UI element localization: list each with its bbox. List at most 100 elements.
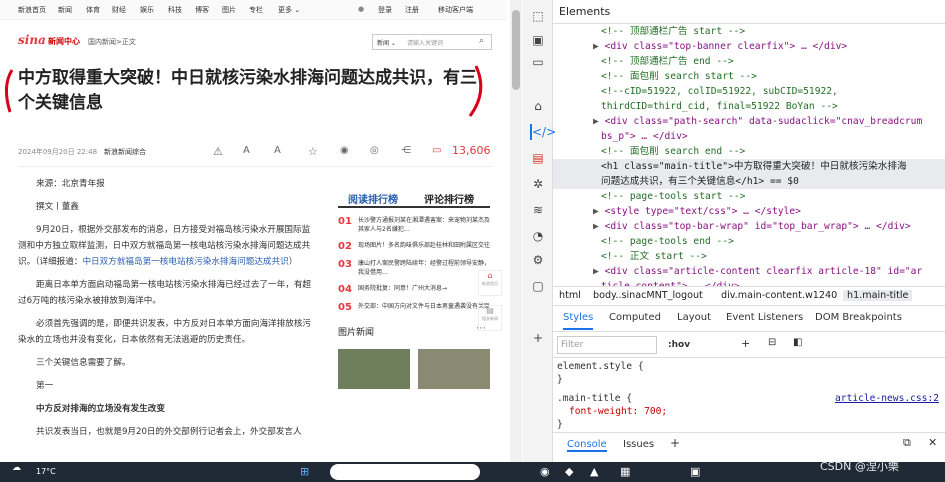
news-photo[interactable] [418, 349, 490, 389]
dom-node[interactable]: bs_p"> … </div> [553, 129, 945, 144]
dom-node[interactable]: ▶ <div class="path-search" data-sudaclic… [553, 114, 945, 129]
login-link[interactable]: 登录 [378, 5, 392, 15]
dock-icon[interactable]: ⧉ [903, 436, 911, 450]
dom-node[interactable]: ticle_content"> … </div> [553, 279, 945, 286]
dom-node[interactable]: 问题达成共识，有三个关键信息</h1> == $0 [553, 174, 945, 189]
search-select[interactable]: 新闻 ⌄ [377, 38, 396, 47]
weibo-icon[interactable]: ◉ [340, 145, 349, 156]
nav-news[interactable]: 新闻 [58, 5, 72, 15]
elements-icon[interactable]: </> [530, 124, 556, 140]
comment-count[interactable]: 13,606 [452, 144, 491, 157]
star-icon[interactable]: ☆ [308, 145, 318, 158]
side-tool-home[interactable]: ⌂ 新浪首页 [478, 270, 502, 296]
share-icon[interactable]: ⋲ [401, 145, 411, 156]
nav-more[interactable]: 更多 ⌄ [278, 5, 300, 15]
style-source-link[interactable]: article-news.css:2 [835, 392, 939, 405]
dom-comment[interactable]: <!-- page-tools end --> [553, 234, 945, 249]
sources-icon[interactable]: ✲ [530, 176, 546, 192]
dom-node[interactable]: ▶ <div class="top-bar-wrap" id="top_bar_… [553, 219, 945, 234]
font-smaller-icon[interactable]: A [243, 145, 250, 156]
search-input[interactable]: 请输入关键词 [407, 38, 443, 47]
dom-node[interactable]: ▶ <div class="top-banner clearfix"> … </… [553, 39, 945, 54]
dom-comment[interactable]: <!-- 正文 start --> [553, 249, 945, 264]
weather-icon[interactable]: ☁ [12, 463, 21, 473]
tab-issues[interactable]: Issues [623, 439, 654, 450]
tab-event-listeners[interactable]: Event Listeners [726, 312, 803, 323]
dom-comment[interactable]: <!-- page-tools start --> [553, 189, 945, 204]
tab-comment-rank[interactable]: 评论排行榜 [424, 191, 474, 206]
nav-ent[interactable]: 娱乐 [140, 5, 154, 15]
windows-start-icon[interactable]: ⊞ [300, 465, 309, 478]
tab-layout[interactable]: Layout [677, 312, 711, 323]
console-icon[interactable]: ▤ [530, 150, 546, 166]
article-source[interactable]: 新浪新闻综合 [104, 147, 146, 157]
app-icon[interactable]: ▦ [620, 465, 630, 478]
style-rule[interactable]: element.style { [553, 360, 945, 373]
filter-input[interactable]: Filter [557, 336, 657, 354]
dom-node[interactable]: <h1 class="main-title">中方取得重大突破！中日就核污染水排… [553, 159, 945, 174]
nav-pics[interactable]: 图片 [222, 5, 236, 15]
window-icon[interactable]: ▭ [530, 54, 546, 70]
rank-item[interactable]: 03 康山打人案民警跨陆续年：经警过程前领导安静，我没借用… [338, 259, 490, 277]
tab-dom-breakpoints[interactable]: DOM Breakpoints [815, 312, 902, 323]
sina-logo[interactable]: sina [18, 33, 46, 47]
warning-icon[interactable]: ⚠ [213, 145, 223, 158]
dom-comment[interactable]: <!-- 顶部通栏广告 end --> [553, 54, 945, 69]
tab-read-rank[interactable]: 阅读排行榜 [348, 191, 398, 206]
app-icon[interactable]: ◉ [540, 465, 550, 478]
dom-comment[interactable]: <!--cID=51922, colID=51922, subCID=51922… [553, 84, 945, 99]
style-declaration[interactable]: font-weight: 700; [553, 405, 945, 418]
dom-node[interactable]: ▶ <div class="article-content clearfix a… [553, 264, 945, 279]
network-icon[interactable]: ≋ [530, 202, 546, 218]
register-link[interactable]: 注册 [405, 5, 419, 15]
sidebar-toggle-icon[interactable]: ◧ [793, 337, 802, 348]
nav-finance[interactable]: 财经 [112, 5, 126, 15]
scrollbar-thumb[interactable] [512, 10, 520, 90]
nav-home[interactable]: 新浪首页 [18, 5, 46, 15]
rank-item[interactable]: 01 长沙警方通报刘某在湘潭遇害案：来宠物刘某杰及其家人与2名嫌犯… [338, 216, 490, 234]
hov-button[interactable]: :hov [668, 340, 690, 350]
rank-item[interactable]: 02 现场图片！多名韵味俱乐部赴桂林和田附属区交往 [338, 241, 490, 252]
nav-column[interactable]: 专栏 [249, 5, 263, 15]
device-icon[interactable]: ▣ [530, 32, 546, 48]
paint-icon[interactable]: ⊟ [768, 337, 776, 348]
dom-comment[interactable]: <!-- 面包削 search start --> [553, 69, 945, 84]
comment-icon[interactable]: ▭ [432, 145, 441, 156]
mobile-client-link[interactable]: 移动客户端 [438, 5, 473, 15]
rank-item[interactable]: 05 外交部：中国方向对文件与日本男童遇袭没有关联 [338, 302, 490, 313]
taskbar-search[interactable]: ⌕ 搜索 [330, 464, 480, 480]
inspect-icon[interactable]: ⬚ [530, 8, 546, 24]
font-larger-icon[interactable]: A [274, 145, 281, 156]
crumb-html[interactable]: html [559, 290, 581, 301]
side-tool-related[interactable]: ▤ 相关新闻 [478, 305, 502, 331]
crumb-h1[interactable]: h1.main-title [843, 290, 913, 301]
weather-temp[interactable]: 17°C [36, 467, 56, 476]
nav-blog[interactable]: 博客 [195, 5, 209, 15]
add-tab-icon[interactable]: + [670, 436, 680, 450]
settings-icon[interactable]: ⚙ [530, 252, 546, 268]
performance-icon[interactable]: ◔ [530, 228, 546, 244]
tab-styles[interactable]: Styles [563, 312, 594, 330]
add-tool-icon[interactable]: + [530, 330, 546, 346]
close-drawer-icon[interactable]: ✕ [928, 436, 937, 449]
application-icon[interactable]: ▢ [530, 278, 546, 294]
dom-comment[interactable]: <!-- 顶部通栏广告 start --> [553, 24, 945, 39]
app-icon[interactable]: ▲ [590, 465, 598, 478]
style-selector[interactable]: .main-title { [557, 393, 632, 404]
news-photo[interactable] [338, 349, 410, 389]
breadcrumb[interactable]: 国内新闻>正文 [88, 37, 136, 47]
crumb-body[interactable]: body..sinacMNT_logout [593, 290, 703, 301]
detail-link[interactable]: 中日双方就福岛第一核电站核污染水排海问题达成共识 [82, 257, 288, 267]
crumb-div[interactable]: div.main-content.w1240 [721, 290, 837, 301]
tab-computed[interactable]: Computed [609, 312, 661, 323]
dom-comment[interactable]: thirdCID=third_cid, final=51922 BoYan --… [553, 99, 945, 114]
welcome-icon[interactable]: ⌂ [530, 98, 546, 114]
dom-node[interactable]: ▶ <style type="text/css"> … </style> [553, 204, 945, 219]
wechat-icon[interactable]: ◎ [370, 145, 379, 156]
app-icon[interactable]: ▣ [690, 465, 700, 478]
nav-tech[interactable]: 科技 [168, 5, 182, 15]
search-icon[interactable]: ⌕ [479, 36, 484, 46]
app-icon[interactable]: ◆ [565, 465, 573, 478]
new-rule-icon[interactable]: + [741, 337, 750, 350]
dom-comment[interactable]: <!-- 面包削 search end --> [553, 144, 945, 159]
